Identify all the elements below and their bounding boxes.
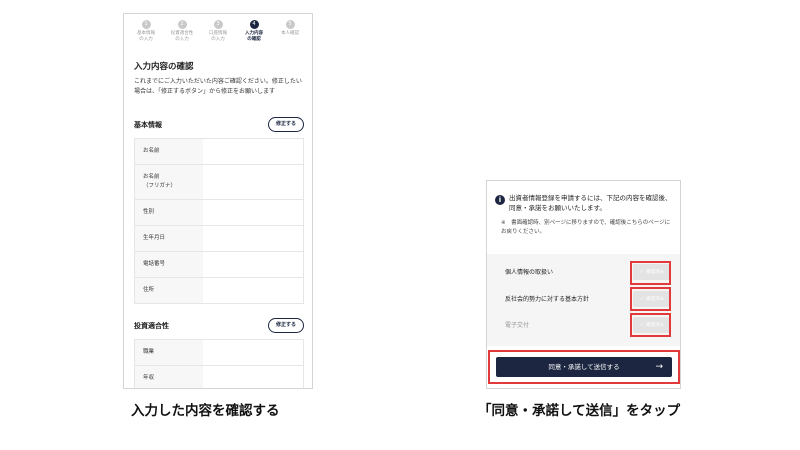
row-label: 電話番号: [135, 252, 203, 277]
step-number: 4: [249, 20, 259, 29]
section-title-basic: 基本情報: [134, 120, 162, 129]
row-value: [203, 340, 303, 365]
row-label: 職業: [135, 340, 203, 365]
consent-label: 個人情報の取扱い: [505, 269, 554, 276]
edit-basic-button[interactable]: 修正する: [268, 117, 304, 132]
highlight-box: [630, 261, 671, 285]
step-label: 口座情報 の入力: [209, 31, 227, 42]
row-label: 年収: [135, 366, 203, 388]
table-row: 住所: [135, 278, 303, 303]
table-row: お名前 （フリガナ）: [135, 165, 303, 200]
consent-label: 反社会的勢力に対する基本方針: [505, 296, 590, 303]
table-row: 生年月日: [135, 226, 303, 252]
table-row: 性別: [135, 200, 303, 226]
step-2: 2 投資適合性 の入力: [164, 20, 200, 54]
notice-text: 出資者情報登録を申請するには、下記の内容を確認後、同意・承諾をお願いいたします。: [509, 194, 672, 212]
table-row: お名前: [135, 139, 303, 165]
consent-label: 電子交付: [505, 322, 530, 329]
row-label: お名前 （フリガナ）: [135, 165, 203, 199]
step-label: 投資適合性 の入力: [170, 31, 194, 42]
table-row: 電話番号: [135, 252, 303, 278]
step-3: 3 口座情報 の入力: [200, 20, 236, 54]
section-title-suitability: 投資適合性: [134, 321, 169, 330]
row-value: [203, 252, 303, 277]
row-label: 住所: [135, 278, 203, 303]
row-label: お名前: [135, 139, 203, 164]
step-number: 3: [213, 20, 223, 29]
caption-left: 入力した内容を確認する: [131, 403, 280, 419]
row-value: [203, 139, 303, 164]
step-number: 1: [141, 20, 151, 29]
step-4-current: 4 入力内容 の確認: [236, 20, 272, 54]
suitability-table: 職業 年収: [134, 339, 304, 388]
highlight-box: [630, 313, 671, 337]
consent-notice: i 出資者情報登録を申請するには、下記の内容を確認後、同意・承諾をお願いいたしま…: [487, 181, 680, 213]
table-row: 年収: [135, 366, 303, 388]
step-label: 本人確認: [281, 31, 299, 36]
step-5: 5 本人確認: [272, 20, 308, 54]
row-label: 性別: [135, 200, 203, 225]
page-description: これまでにご入力いただいた内容ご確認ください。修正したい場合は、「修正するボタン…: [134, 78, 302, 95]
page-title: 入力内容の確認: [134, 62, 194, 72]
row-value: [203, 366, 303, 388]
step-label: 入力内容 の確認: [245, 31, 263, 42]
row-value: [203, 200, 303, 225]
highlight-box: [488, 350, 680, 384]
step-indicator: 1 基本情報 の入力 2 投資適合性 の入力 3 口座情報 の入力 4 入力内容…: [124, 14, 312, 54]
row-value: [203, 278, 303, 303]
caption-right: 「同意・承諾して送信」をタップ: [478, 403, 681, 419]
info-icon: i: [495, 195, 505, 205]
step-number: 5: [285, 20, 295, 29]
basic-info-table: お名前 お名前 （フリガナ） 性別 生年月日 電話番号 住所: [134, 138, 304, 304]
table-row: 職業: [135, 340, 303, 366]
row-label: 生年月日: [135, 226, 203, 251]
step-number: 2: [177, 20, 187, 29]
edit-suitability-button[interactable]: 修正する: [268, 318, 304, 333]
highlight-box: [630, 287, 671, 311]
suitability-header: 投資適合性 修正する: [124, 318, 312, 333]
step-1: 1 基本情報 の入力: [128, 20, 164, 54]
step-label: 基本情報 の入力: [137, 31, 155, 42]
sub-note: ※ 書面確認時、別ページに移りますので、確認後こちらのページにお戻りください。: [501, 220, 671, 235]
confirm-screen: 1 基本情報 の入力 2 投資適合性 の入力 3 口座情報 の入力 4 入力内容…: [123, 13, 313, 389]
row-value: [203, 226, 303, 251]
row-value: [203, 165, 303, 199]
basic-info-header: 基本情報 修正する: [124, 117, 312, 132]
